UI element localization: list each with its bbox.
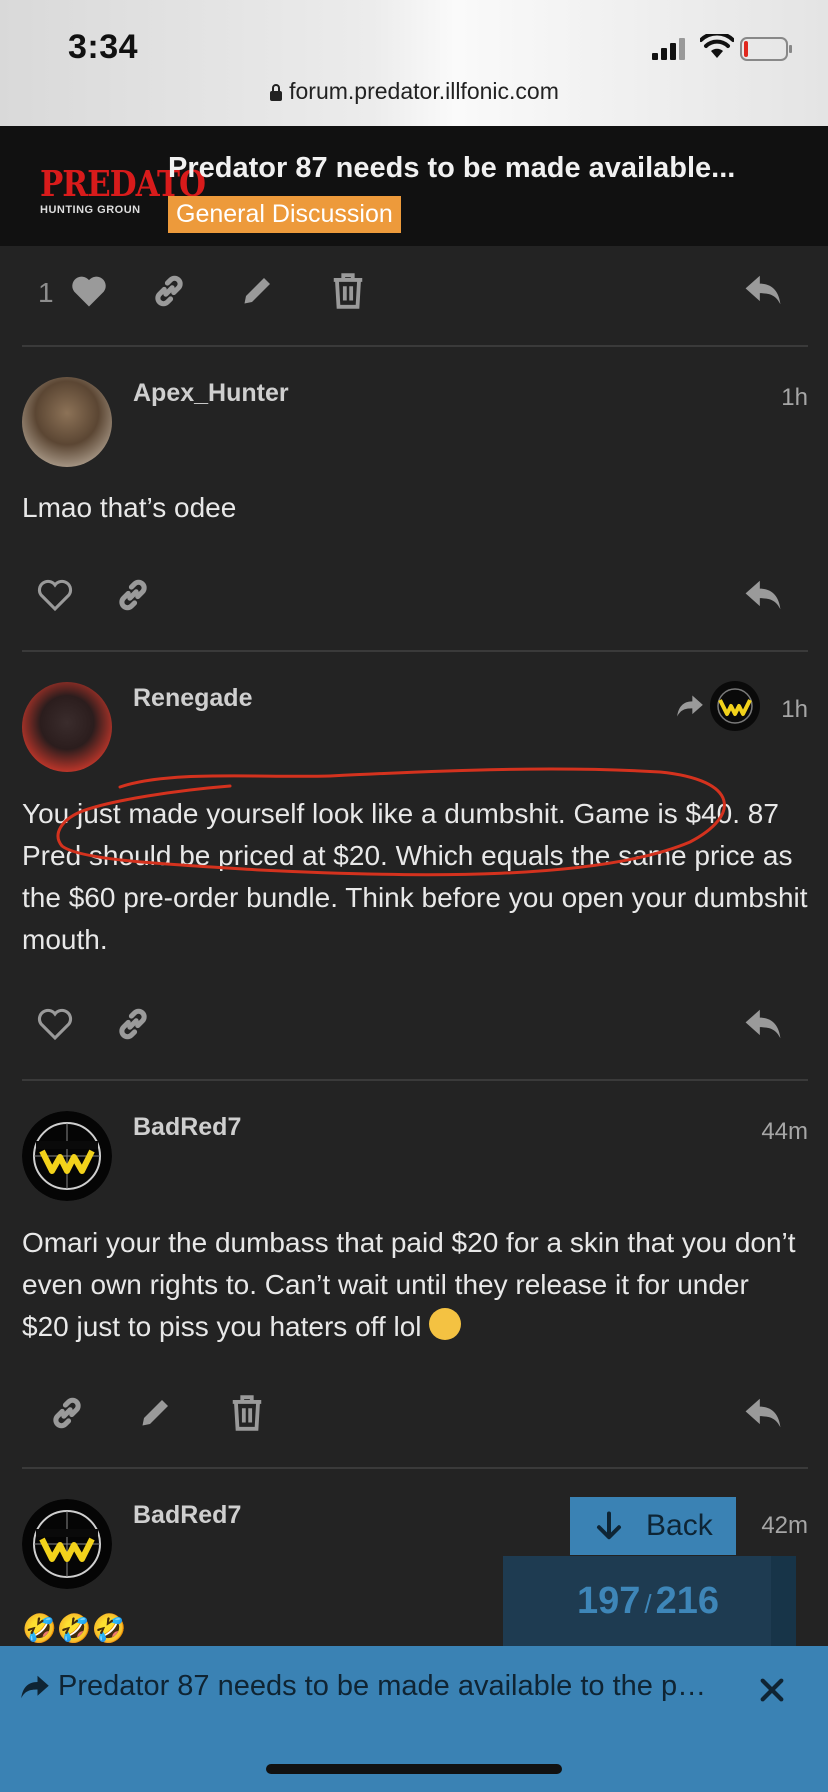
url-bar[interactable]: forum.predator.illfonic.com [0,78,828,105]
topic-progress[interactable]: 197/216 [503,1556,796,1646]
logo-text: PREDATO [40,163,206,206]
cellular-signal-icon [652,38,685,60]
site-logo[interactable]: PREDATO HUNTING GROUN [40,163,206,216]
link-icon[interactable] [114,1005,152,1043]
wifi-icon [700,34,734,58]
post-body: Lmao that’s odee [22,492,237,523]
logo-subtext: HUNTING GROUN [40,204,141,216]
edit-pencil-icon[interactable] [240,272,276,308]
topic-title[interactable]: Predator 87 needs to be made available..… [168,152,735,185]
link-icon[interactable] [150,272,188,310]
avatar-badred7[interactable] [22,1111,112,1201]
post-divider [22,1467,808,1469]
heart-outline-icon[interactable] [36,578,74,612]
status-time: 3:34 [68,28,139,66]
reply-icon[interactable] [744,579,782,611]
category-badge[interactable]: General Discussion [168,196,401,233]
post-divider [22,1079,808,1081]
arrow-down-icon [597,1511,621,1540]
edit-pencil-icon[interactable] [138,1394,174,1430]
like-count: 1 [38,277,54,308]
banner-text: Predator 87 needs to be made available t… [58,1670,707,1702]
laughing-emoji-icon [429,1308,462,1340]
post-time[interactable]: 1h [781,696,808,724]
delete-trash-icon[interactable] [332,272,364,310]
reply-to-avatar[interactable] [710,681,760,731]
reply-to-arrow-icon[interactable] [676,694,704,718]
home-indicator [266,1764,562,1774]
avatar-renegade[interactable] [22,682,112,772]
username-renegade[interactable]: Renegade [133,684,252,713]
close-icon[interactable] [758,1676,786,1704]
link-icon[interactable] [114,576,152,614]
status-bar: 3:34 forum.predator.illfonic.com [0,0,828,126]
post-divider [22,650,808,652]
post-text: Omari your the dumbass that paid $20 for… [22,1227,796,1342]
topic-banner[interactable]: Predator 87 needs to be made available t… [0,1646,828,1792]
delete-trash-icon[interactable] [231,1394,263,1432]
progress-separator: / [644,1589,652,1619]
progress-counter: 197/216 [503,1580,793,1623]
progress-total: 216 [655,1580,720,1622]
back-button[interactable]: Back [570,1497,736,1555]
reply-icon[interactable] [744,1397,782,1429]
username-apex-hunter[interactable]: Apex_Hunter [133,379,289,408]
share-arrow-icon [21,1675,49,1699]
heart-outline-icon[interactable] [36,1007,74,1041]
url-text: forum.predator.illfonic.com [289,78,559,104]
avatar-badred7[interactable] [22,1499,112,1589]
post-body: You just made yourself look like a dumbs… [22,798,808,955]
topic-header: PREDATO HUNTING GROUN Predator 87 needs … [0,126,828,246]
post-divider [22,345,808,347]
username-badred7[interactable]: BadRed7 [133,1113,241,1142]
heart-filled-icon[interactable] [70,274,108,308]
lock-icon [270,84,283,101]
reply-icon[interactable] [744,274,782,306]
post-time[interactable]: 44m [761,1118,808,1146]
avatar-apex-hunter[interactable] [22,377,112,467]
back-button-label: Back [646,1509,713,1542]
post-time[interactable]: 42m [761,1512,808,1540]
link-icon[interactable] [48,1394,86,1432]
battery-icon [740,37,792,61]
reply-icon[interactable] [744,1008,782,1040]
post-body: Omari your the dumbass that paid $20 for… [22,1222,802,1348]
post-time[interactable]: 1h [781,384,808,412]
username-badred7[interactable]: BadRed7 [133,1501,241,1530]
progress-current: 197 [576,1580,641,1622]
